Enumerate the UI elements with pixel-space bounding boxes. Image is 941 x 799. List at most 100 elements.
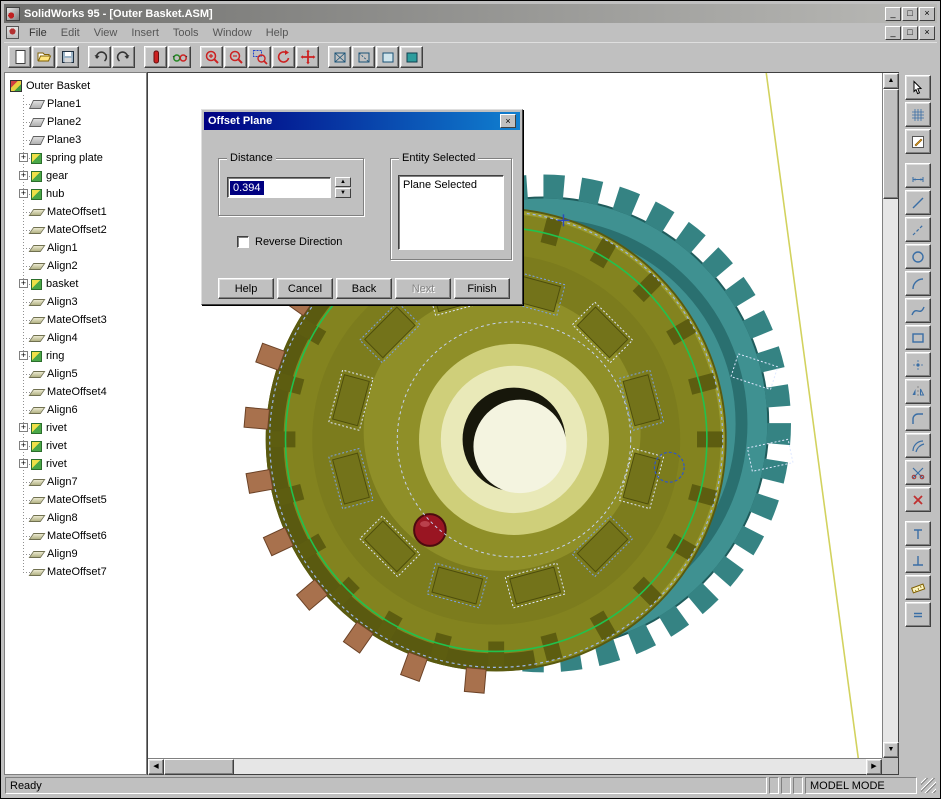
view-shaded-button[interactable] — [400, 46, 423, 68]
eraser-button[interactable] — [144, 46, 167, 68]
scroll-up-button[interactable]: ▲ — [883, 73, 899, 89]
dialog-title-bar[interactable]: Offset Plane × — [204, 112, 520, 130]
menu-edit[interactable]: Edit — [54, 25, 87, 41]
centerline-button[interactable] — [905, 217, 931, 242]
redo-button[interactable] — [112, 46, 135, 68]
mdi-restore-button[interactable]: □ — [902, 26, 918, 40]
dimension-button[interactable] — [905, 163, 931, 188]
save-button[interactable] — [56, 46, 79, 68]
menu-view[interactable]: View — [87, 25, 125, 41]
spin-down-button[interactable]: ▼ — [335, 188, 351, 198]
model-viewport[interactable]: Offset Plane × Distance 0.394 ▲ ▼ — [148, 73, 882, 758]
tree-item-mateoffset2[interactable]: MateOffset2 — [31, 221, 146, 239]
tree-item-mateoffset3[interactable]: MateOffset3 — [31, 311, 146, 329]
relation-button[interactable] — [905, 548, 931, 573]
tree-item-align7[interactable]: Align7 — [31, 473, 146, 491]
rebuild-button[interactable] — [168, 46, 191, 68]
point-button[interactable] — [905, 352, 931, 377]
vertical-scrollbar[interactable]: ▲ ▼ — [882, 73, 898, 758]
tree-item-mateoffset5[interactable]: MateOffset5 — [31, 491, 146, 509]
fillet-button[interactable] — [905, 406, 931, 431]
maximize-button[interactable]: □ — [902, 7, 918, 21]
tree-item-plane3[interactable]: Plane3 — [31, 131, 146, 149]
horizontal-scroll-track[interactable] — [234, 759, 866, 774]
tree-item-rivet[interactable]: +rivet — [31, 437, 146, 455]
tree-item-ring[interactable]: +ring — [31, 347, 146, 365]
expander-icon[interactable]: + — [19, 189, 28, 198]
hub-bore[interactable] — [419, 344, 609, 535]
new-document-button[interactable] — [8, 46, 31, 68]
pan-button[interactable] — [296, 46, 319, 68]
expander-icon[interactable]: + — [19, 423, 28, 432]
cancel-button[interactable]: Cancel — [277, 278, 333, 299]
tree-item-basket[interactable]: +basket — [31, 275, 146, 293]
expander-icon[interactable]: + — [19, 279, 28, 288]
open-folder-button[interactable] — [32, 46, 55, 68]
zoom-out-button[interactable] — [224, 46, 247, 68]
rivet-mark[interactable] — [414, 514, 446, 546]
tree-item-align6[interactable]: Align6 — [31, 401, 146, 419]
help-button[interactable]: Help — [218, 278, 274, 299]
select-button[interactable] — [905, 75, 931, 100]
resize-grip[interactable] — [921, 778, 936, 793]
menu-insert[interactable]: Insert — [124, 25, 166, 41]
rectangle-button[interactable] — [905, 325, 931, 350]
tree-item-mateoffset6[interactable]: MateOffset6 — [31, 527, 146, 545]
tree-item-rivet[interactable]: +rivet — [31, 455, 146, 473]
dialog-close-button[interactable]: × — [500, 114, 516, 128]
offset-button[interactable] — [905, 433, 931, 458]
expander-icon[interactable]: + — [19, 459, 28, 468]
tree-item-plane2[interactable]: Plane2 — [31, 113, 146, 131]
back-button[interactable]: Back — [336, 278, 392, 299]
tree-item-mateoffset4[interactable]: MateOffset4 — [31, 383, 146, 401]
tree-item-mateoffset7[interactable]: MateOffset7 — [31, 563, 146, 581]
tree-item-align2[interactable]: Align2 — [31, 257, 146, 275]
view-no-hidden-button[interactable] — [376, 46, 399, 68]
tree-item-gear[interactable]: +gear — [31, 167, 146, 185]
mdi-close-button[interactable]: × — [919, 26, 935, 40]
spline-button[interactable] — [905, 298, 931, 323]
grid-button[interactable] — [905, 102, 931, 127]
tree-item-align4[interactable]: Align4 — [31, 329, 146, 347]
reverse-direction-checkbox[interactable] — [237, 236, 249, 248]
erase-button[interactable] — [905, 487, 931, 512]
view-wireframe-button[interactable] — [328, 46, 351, 68]
minimize-button[interactable]: _ — [885, 7, 901, 21]
entity-listbox[interactable]: Plane Selected — [398, 175, 504, 250]
tree-item-hub[interactable]: +hub — [31, 185, 146, 203]
menu-window[interactable]: Window — [206, 25, 259, 41]
scroll-down-button[interactable]: ▼ — [883, 742, 899, 758]
tree-item-rivet[interactable]: +rivet — [31, 419, 146, 437]
circle-button[interactable] — [905, 244, 931, 269]
close-button[interactable]: × — [919, 7, 935, 21]
tree-item-align8[interactable]: Align8 — [31, 509, 146, 527]
tree-item-mateoffset1[interactable]: MateOffset1 — [31, 203, 146, 221]
undo-button[interactable] — [88, 46, 111, 68]
expander-icon[interactable]: + — [19, 171, 28, 180]
expander-icon[interactable]: + — [19, 153, 28, 162]
sketch-button[interactable] — [905, 129, 931, 154]
horizontal-scroll-thumb[interactable] — [164, 759, 234, 775]
mdi-minimize-button[interactable]: _ — [885, 26, 901, 40]
scroll-right-button[interactable]: ▶ — [866, 759, 882, 775]
text-button[interactable] — [905, 521, 931, 546]
trim-button[interactable] — [905, 460, 931, 485]
scroll-left-button[interactable]: ◀ — [148, 759, 164, 775]
mirror-button[interactable] — [905, 379, 931, 404]
vertical-scroll-track[interactable] — [883, 199, 898, 742]
finish-button[interactable]: Finish — [454, 278, 510, 299]
vertical-scroll-thumb[interactable] — [883, 89, 899, 199]
tree-item-align3[interactable]: Align3 — [31, 293, 146, 311]
expander-icon[interactable]: + — [19, 441, 28, 450]
zoom-in-button[interactable] — [200, 46, 223, 68]
expander-icon[interactable]: + — [19, 351, 28, 360]
measure-button[interactable] — [905, 575, 931, 600]
tree-item-align9[interactable]: Align9 — [31, 545, 146, 563]
rotate-view-button[interactable] — [272, 46, 295, 68]
tree-item-plane1[interactable]: Plane1 — [31, 95, 146, 113]
equal-button[interactable] — [905, 602, 931, 627]
menu-help[interactable]: Help — [259, 25, 296, 41]
horizontal-scrollbar[interactable]: ◀ ▶ — [148, 758, 882, 774]
tree-item-align5[interactable]: Align5 — [31, 365, 146, 383]
spin-up-button[interactable]: ▲ — [335, 177, 351, 187]
